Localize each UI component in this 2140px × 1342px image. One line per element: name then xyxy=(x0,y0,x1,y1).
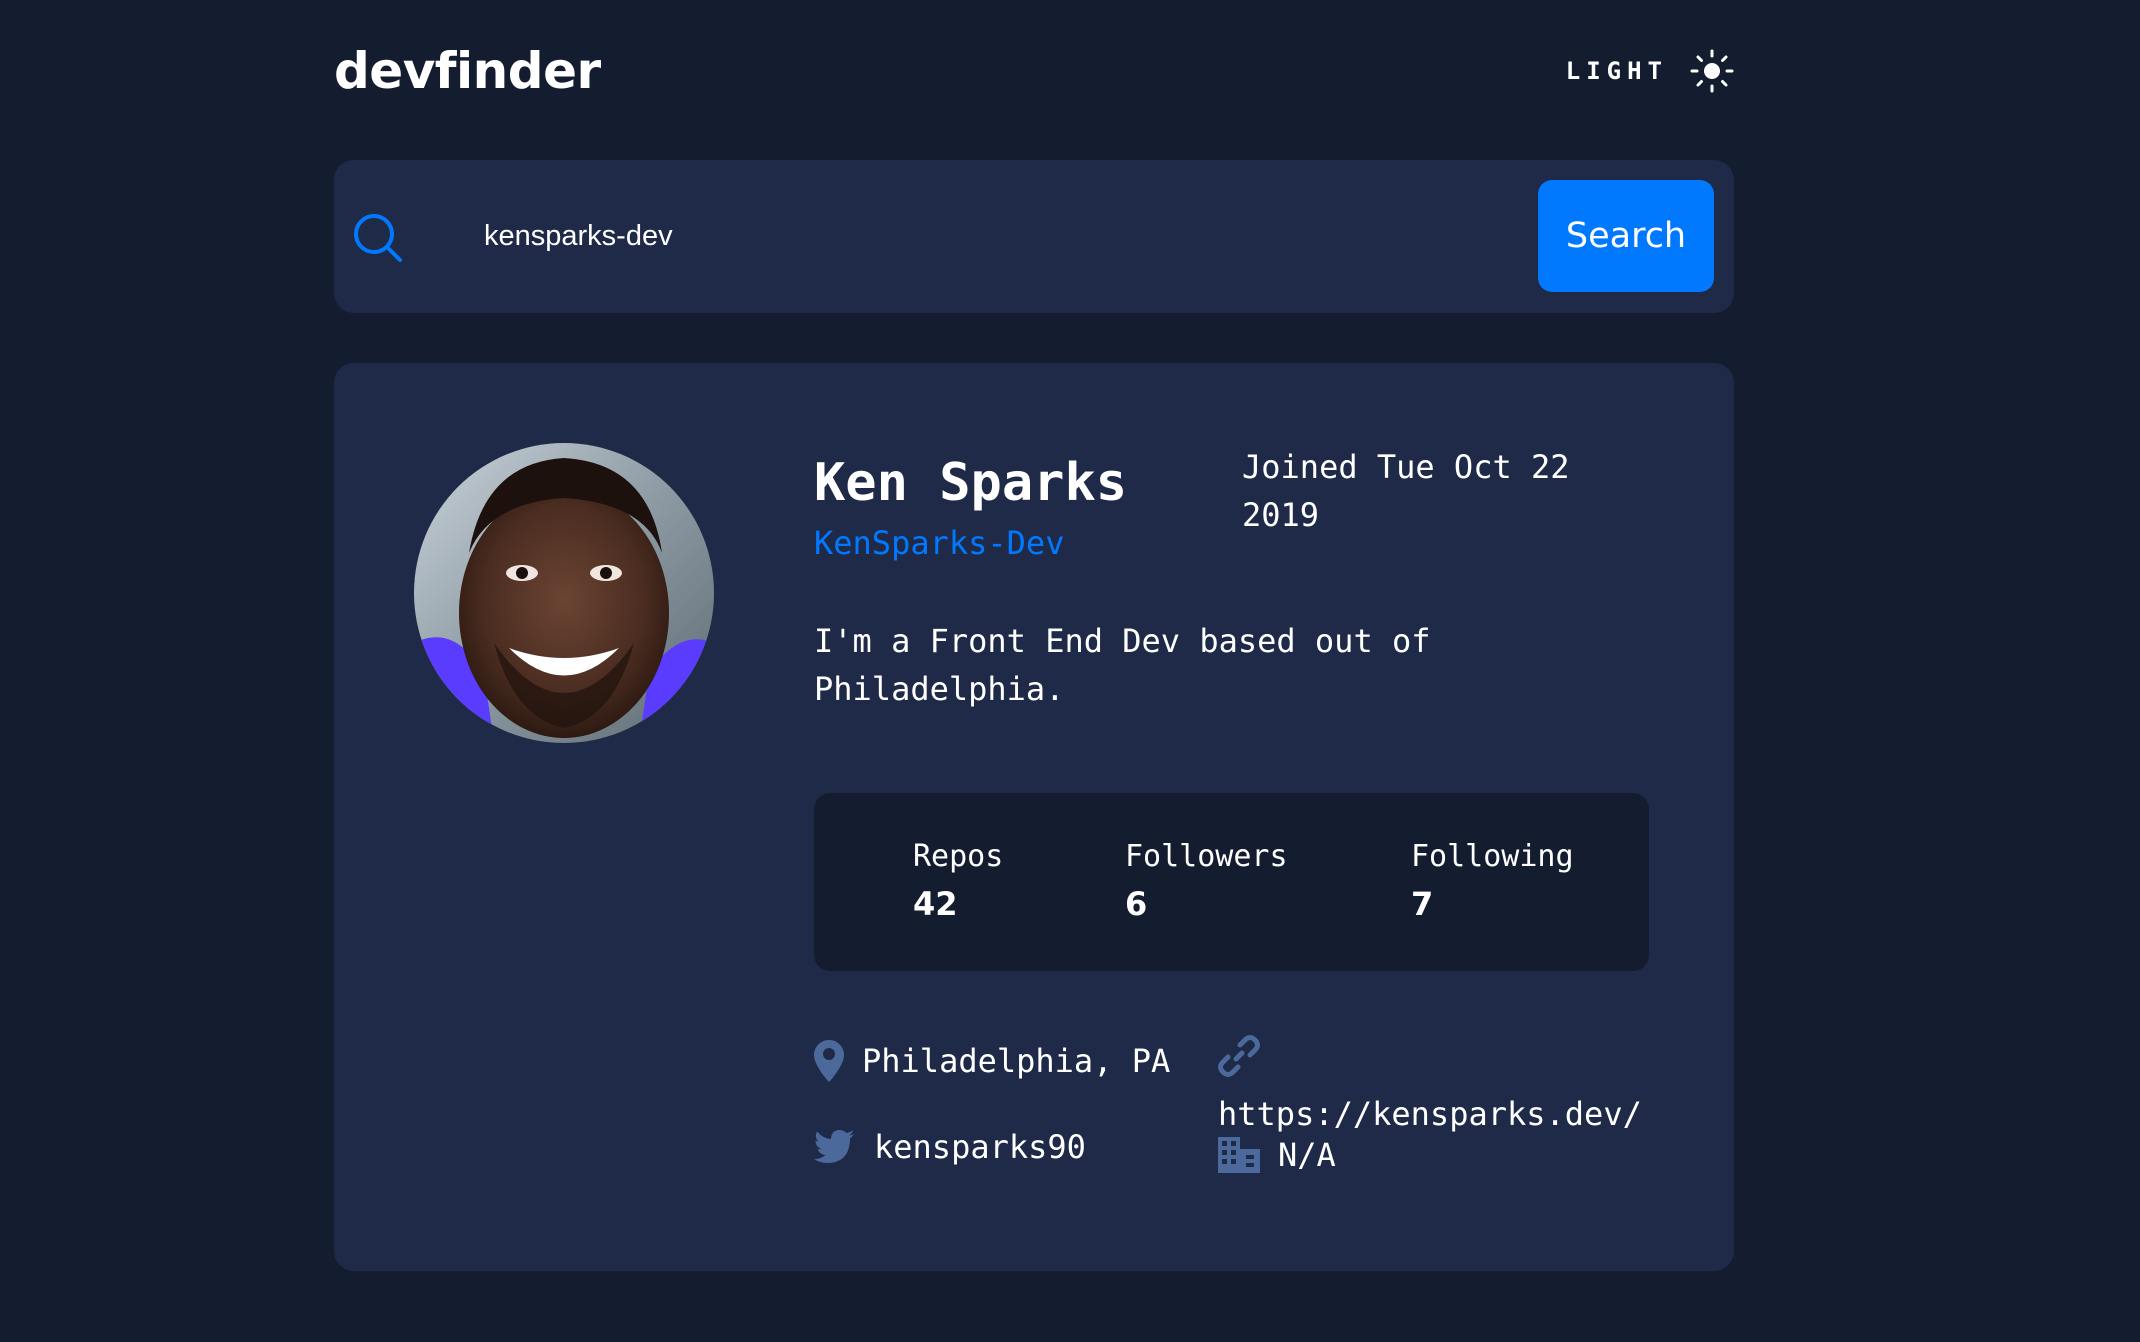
search-button[interactable]: Search xyxy=(1538,180,1714,292)
logo: devfinder xyxy=(334,42,601,100)
stat-label: Followers xyxy=(1125,839,1288,874)
location-text: Philadelphia, PA xyxy=(862,1042,1171,1080)
search-input[interactable] xyxy=(484,200,1334,272)
stat-followers: Followers 6 xyxy=(1125,835,1288,929)
stat-value: 42 xyxy=(913,885,958,923)
link-icon xyxy=(1218,1035,1260,1077)
location-pin-icon xyxy=(814,1040,844,1082)
company-text: N/A xyxy=(1278,1136,1336,1174)
stat-following: Following 7 xyxy=(1411,835,1574,929)
theme-toggle-label: LIGHT xyxy=(1565,57,1668,85)
joined-date: Joined Tue Oct 22 2019 xyxy=(1242,448,1570,534)
stats-panel: Repos 42 Followers 6 Following 7 xyxy=(814,793,1649,971)
stat-repos: Repos 42 xyxy=(913,835,1003,929)
profile-card: Ken Sparks KenSparks-Dev Joined Tue Oct … xyxy=(334,363,1734,1271)
building-icon xyxy=(1218,1137,1260,1173)
profile-handle-link[interactable]: KenSparks-Dev xyxy=(814,518,1064,568)
profile-bio: I'm a Front End Dev based out of Philade… xyxy=(814,622,1431,708)
company-item: N/A xyxy=(1218,1133,1336,1177)
header: devfinder LIGHT xyxy=(334,36,1734,106)
stat-value: 7 xyxy=(1411,885,1434,923)
twitter-handle: kensparks90 xyxy=(874,1128,1086,1166)
theme-toggle[interactable]: LIGHT xyxy=(1566,46,1734,96)
stat-label: Repos xyxy=(913,839,1004,874)
avatar xyxy=(414,443,714,743)
search-bar: Search xyxy=(334,160,1734,313)
profile-name: Ken Sparks xyxy=(814,453,1128,513)
stat-label: Following xyxy=(1411,839,1574,874)
twitter-icon xyxy=(814,1130,854,1163)
location-item: Philadelphia, PA xyxy=(814,1039,1170,1083)
search-icon xyxy=(354,214,402,262)
blog-icon-item xyxy=(1218,1035,1260,1077)
twitter-item: kensparks90 xyxy=(814,1125,1086,1169)
stat-value: 6 xyxy=(1125,885,1148,923)
sun-icon xyxy=(1690,49,1734,93)
blog-link[interactable]: https://kensparks.dev/ xyxy=(1218,1092,1642,1136)
